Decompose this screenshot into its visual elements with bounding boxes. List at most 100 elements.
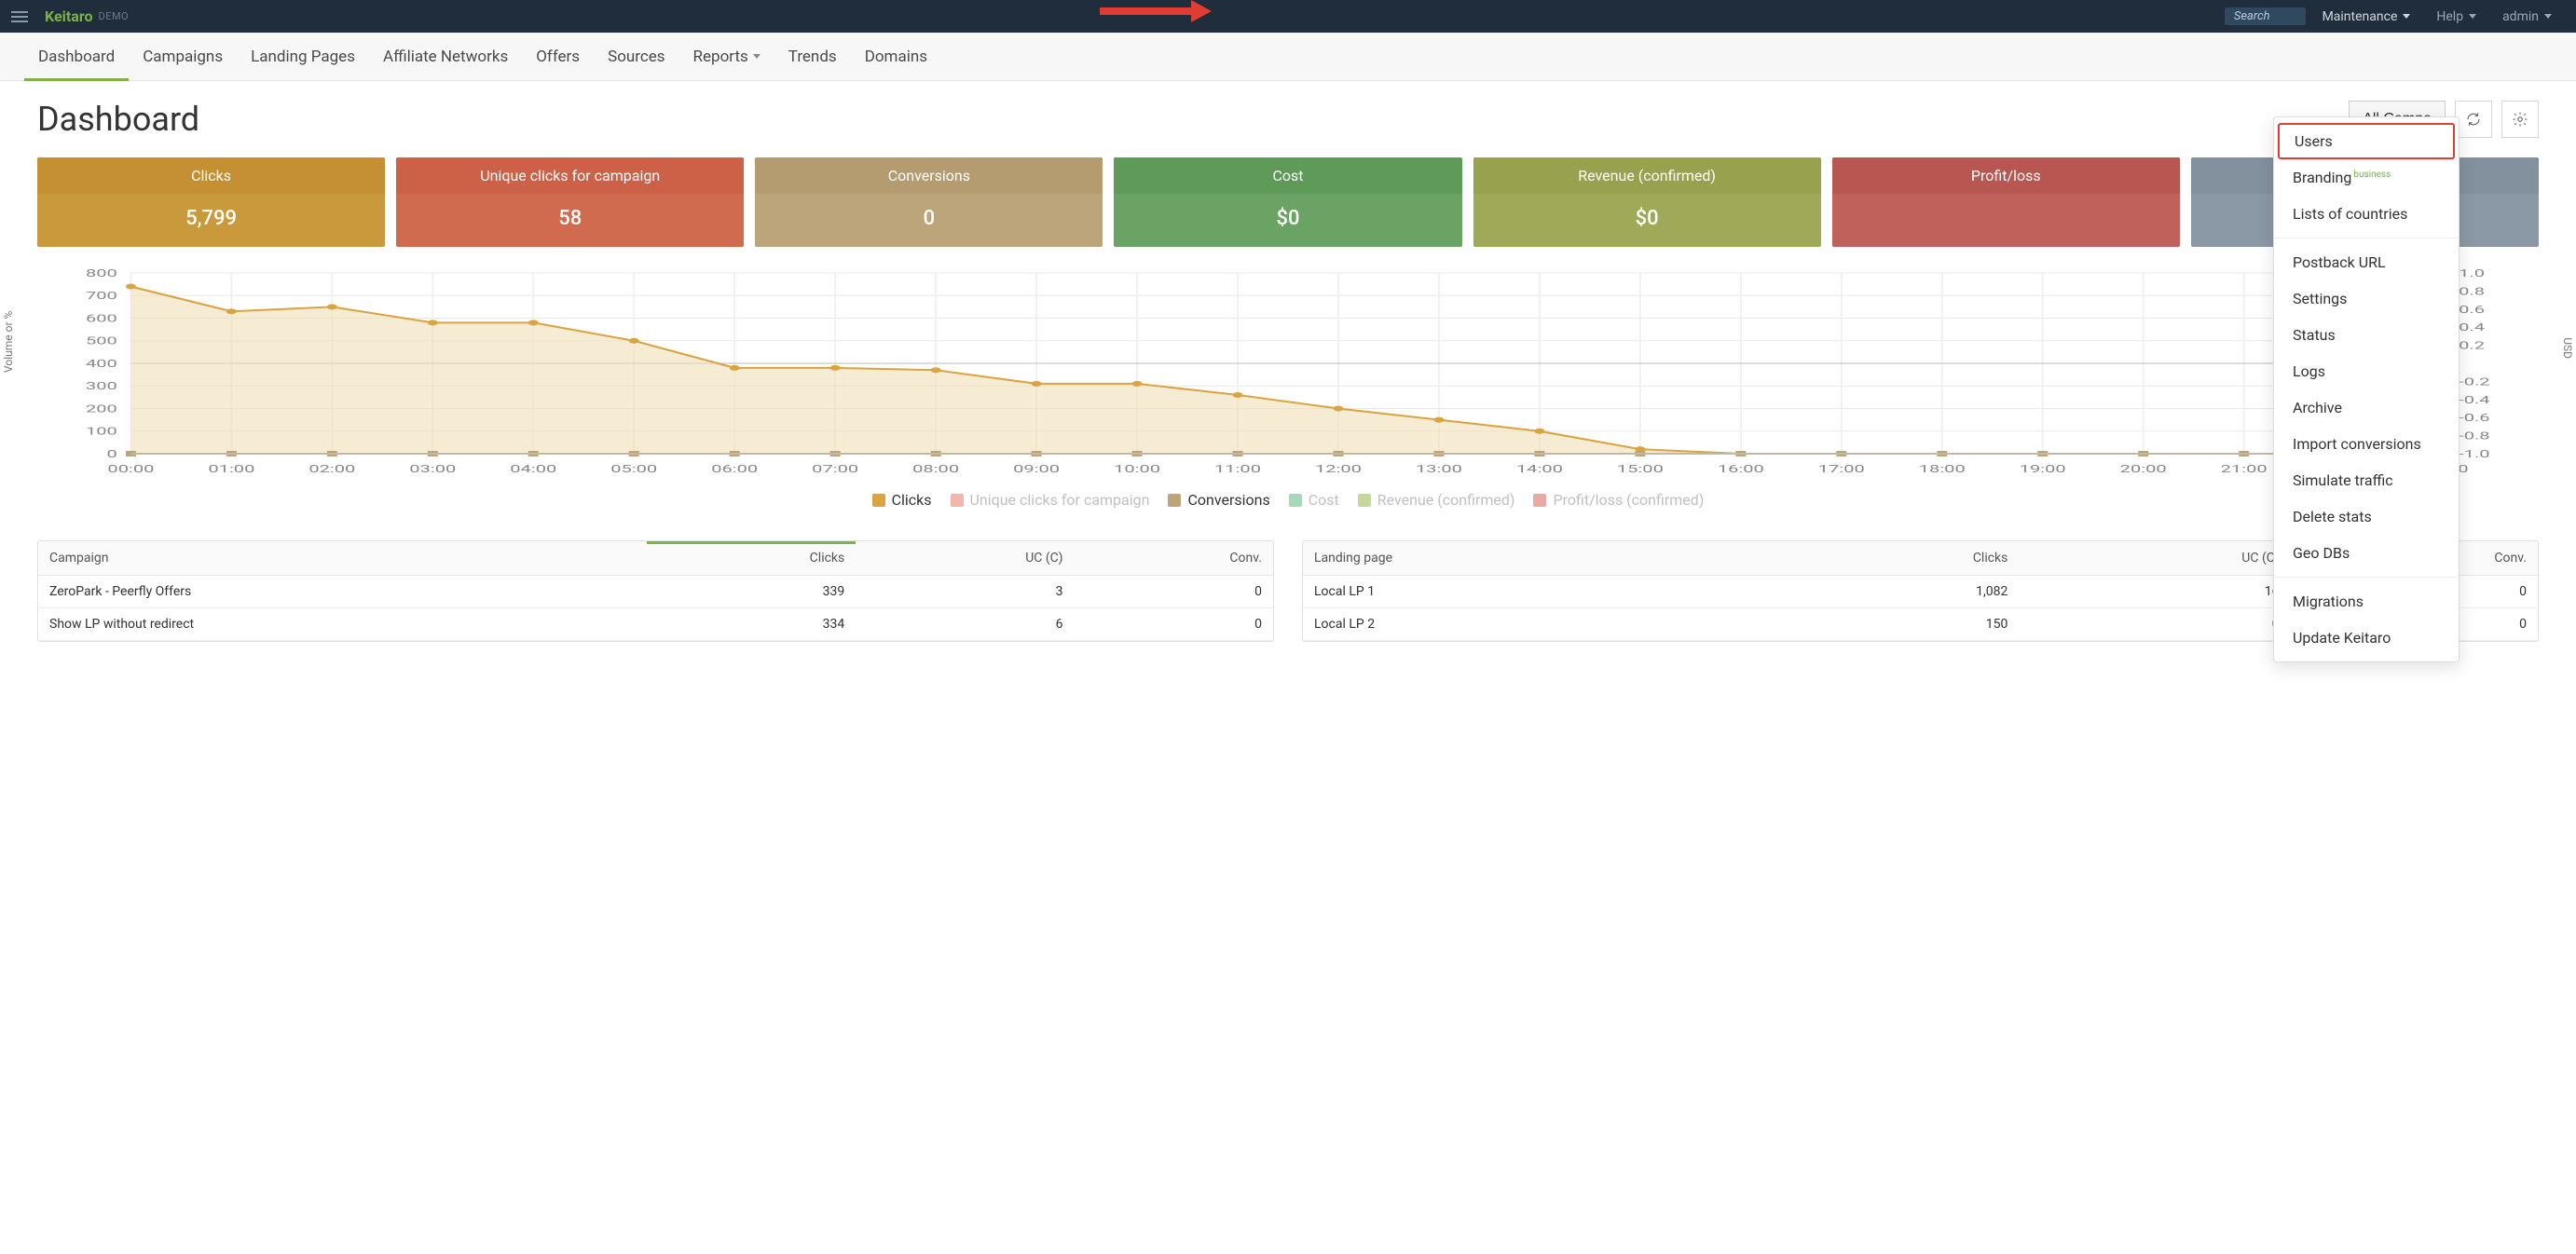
table-header[interactable]: UC (C) <box>2019 541 2290 576</box>
dropdown-item-import-conversions[interactable]: Import conversions <box>2274 426 2459 462</box>
nav-trends[interactable]: Trends <box>774 33 851 80</box>
svg-text:0.6: 0.6 <box>2459 304 2485 316</box>
help-menu[interactable]: Help <box>2423 0 2489 33</box>
svg-text:0: 0 <box>107 448 117 460</box>
y-axis-label-right: USD <box>2561 337 2574 359</box>
campaigns-table: CampaignClicksUC (C)Conv.ZeroPark - Peer… <box>37 540 1274 642</box>
legend-label: Cost <box>1309 491 1339 509</box>
table-row[interactable]: Show LP without redirect33460 <box>38 608 1273 641</box>
tile-value: 0 <box>755 194 1103 247</box>
table-header[interactable]: Campaign <box>38 541 647 576</box>
chart-container: Volume or % USD 010020030040050060070080… <box>0 266 2576 540</box>
settings-button[interactable] <box>2501 101 2539 138</box>
dropdown-item-update-keitaro[interactable]: Update Keitaro <box>2274 620 2459 656</box>
data-tables: CampaignClicksUC (C)Conv.ZeroPark - Peer… <box>0 540 2576 661</box>
svg-text:01:00: 01:00 <box>208 463 254 475</box>
nav-domains[interactable]: Domains <box>851 33 941 80</box>
dropdown-item-archive[interactable]: Archive <box>2274 389 2459 426</box>
refresh-button[interactable] <box>2455 101 2492 138</box>
nav-sources[interactable]: Sources <box>594 33 678 80</box>
topbar: Keitaro DEMO Search Maintenance Help adm… <box>0 0 2576 33</box>
legend-item[interactable]: Profit/loss (confirmed) <box>1533 491 1704 509</box>
metric-tile[interactable]: Unique clicks for campaign58 <box>396 157 744 247</box>
legend-item[interactable]: Conversions <box>1168 491 1269 509</box>
maintenance-menu[interactable]: Maintenance <box>2309 0 2424 33</box>
legend-item[interactable]: Clicks <box>872 491 932 509</box>
metric-tile[interactable]: Profit/loss <box>1832 157 2180 247</box>
nav-affiliate-networks[interactable]: Affiliate Networks <box>369 33 522 80</box>
table-header[interactable]: Clicks <box>1759 541 2019 576</box>
dropdown-item-branding[interactable]: Brandingbusiness <box>2274 159 2459 196</box>
svg-text:0.8: 0.8 <box>2459 285 2485 297</box>
chart-legend: Clicks Unique clicks for campaign Conversi… <box>37 480 2539 531</box>
caret-down-icon <box>2469 14 2476 19</box>
metric-tile[interactable]: Conversions0 <box>755 157 1103 247</box>
metric-tile[interactable]: Cost$0 <box>1114 157 1461 247</box>
maintenance-label: Maintenance <box>2323 9 2398 24</box>
nav-offers[interactable]: Offers <box>522 33 594 80</box>
dropdown-item-geo-dbs[interactable]: Geo DBs <box>2274 535 2459 571</box>
chart-svg[interactable]: 0100200300400500600700800-1.0-0.8-0.6-0.… <box>37 266 2539 480</box>
page-header: Dashboard All Campa <box>0 81 2576 139</box>
annotation-arrow <box>1100 7 1193 15</box>
nav-campaigns[interactable]: Campaigns <box>129 33 237 80</box>
caret-down-icon <box>2403 14 2410 19</box>
search-input[interactable]: Search <box>2225 7 2306 25</box>
page-title: Dashboard <box>37 100 199 139</box>
metric-tile[interactable]: Clicks5,799 <box>37 157 385 247</box>
svg-text:1.0: 1.0 <box>2459 267 2485 279</box>
table-header[interactable]: Clicks <box>647 541 856 576</box>
tile-value: 5,799 <box>37 194 385 247</box>
legend-item[interactable]: Unique clicks for campaign <box>951 491 1150 509</box>
dropdown-separator <box>2274 238 2459 239</box>
dropdown-item-simulate-traffic[interactable]: Simulate traffic <box>2274 462 2459 498</box>
table-cell: 6 <box>856 608 1074 641</box>
table-row[interactable]: ZeroPark - Peerfly Offers33930 <box>38 576 1273 608</box>
dropdown-item-delete-stats[interactable]: Delete stats <box>2274 498 2459 535</box>
dropdown-item-migrations[interactable]: Migrations <box>2274 583 2459 620</box>
table-cell: 3 <box>856 576 1074 608</box>
table-header[interactable]: UC (C) <box>856 541 1074 576</box>
tile-label: Conversions <box>755 157 1103 194</box>
table-cell: 339 <box>647 576 856 608</box>
dropdown-item-users[interactable]: Users <box>2280 125 2453 157</box>
dropdown-item-postback-url[interactable]: Postback URL <box>2274 244 2459 280</box>
dropdown-separator <box>2274 577 2459 578</box>
nav-dashboard[interactable]: Dashboard <box>24 33 129 80</box>
table-cell: 1,082 <box>1759 576 2019 608</box>
svg-text:13:00: 13:00 <box>1416 463 1462 475</box>
badge: business <box>2353 170 2391 180</box>
svg-text:-0.8: -0.8 <box>2459 429 2489 442</box>
admin-menu[interactable]: admin <box>2489 0 2565 33</box>
svg-text:10:00: 10:00 <box>1114 463 1160 475</box>
dropdown-item-lists-of-countries[interactable]: Lists of countries <box>2274 196 2459 232</box>
legend-item[interactable]: Cost <box>1289 491 1339 509</box>
dropdown-item-settings[interactable]: Settings <box>2274 280 2459 317</box>
dropdown-item-status[interactable]: Status <box>2274 317 2459 353</box>
refresh-icon <box>2465 111 2482 128</box>
svg-text:17:00: 17:00 <box>1818 463 1865 475</box>
svg-text:-0.4: -0.4 <box>2459 394 2489 406</box>
svg-text:600: 600 <box>86 312 117 324</box>
dropdown-item-logs[interactable]: Logs <box>2274 353 2459 389</box>
table-header[interactable]: Conv. <box>1074 541 1273 576</box>
svg-text:02:00: 02:00 <box>308 463 355 475</box>
legend-item[interactable]: Revenue (confirmed) <box>1358 491 1515 509</box>
caret-down-icon <box>753 54 760 59</box>
svg-text:700: 700 <box>86 290 117 302</box>
table-cell: 150 <box>1759 608 2019 641</box>
table-cell: Show LP without redirect <box>38 608 647 641</box>
tile-label: Profit/loss <box>1832 157 2180 194</box>
y-axis-label-left: Volume or % <box>2 311 15 373</box>
hamburger-icon[interactable] <box>11 11 28 22</box>
metric-tile[interactable]: Revenue (confirmed)$0 <box>1473 157 1821 247</box>
svg-text:04:00: 04:00 <box>510 463 556 475</box>
svg-text:20:00: 20:00 <box>2120 463 2167 475</box>
table-cell: 0 <box>1074 608 1273 641</box>
svg-text:12:00: 12:00 <box>1315 463 1362 475</box>
nav-landing-pages[interactable]: Landing Pages <box>237 33 369 80</box>
table-header[interactable]: Landing page <box>1303 541 1759 576</box>
legend-label: Revenue (confirmed) <box>1377 491 1515 509</box>
nav-reports[interactable]: Reports <box>679 33 774 80</box>
svg-text:14:00: 14:00 <box>1516 463 1563 475</box>
